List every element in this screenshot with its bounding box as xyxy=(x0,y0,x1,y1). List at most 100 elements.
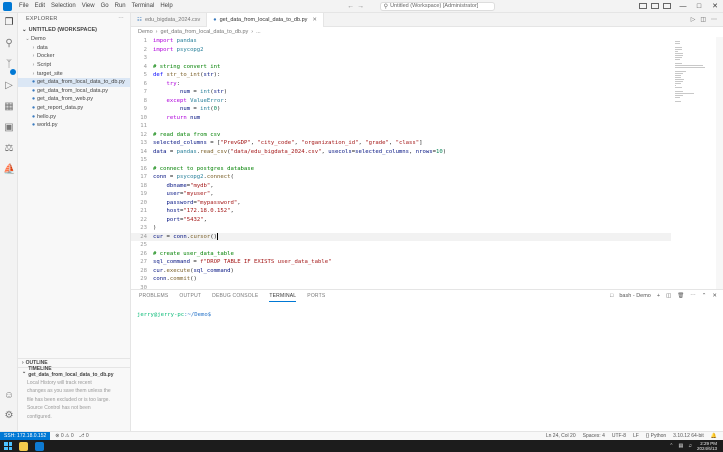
code-line[interactable]: 8 except ValueError: xyxy=(131,97,671,106)
line-ending[interactable]: LF xyxy=(633,433,639,439)
code-line[interactable]: 1 import pandas xyxy=(131,37,671,46)
docker-icon[interactable]: ⛵ xyxy=(3,164,15,176)
tab-active-py[interactable]: ● get_data_from_local_data_to_db.py ✕ xyxy=(207,13,324,27)
customize-layout-icon[interactable] xyxy=(663,3,671,9)
code-line[interactable]: 6 try: xyxy=(131,80,671,89)
explorer-icon[interactable]: ❐ xyxy=(3,17,15,29)
forward-arrow-icon[interactable]: → xyxy=(356,3,366,10)
code-line[interactable]: 26 # create user_data_table xyxy=(131,250,671,259)
new-terminal-icon[interactable]: + xyxy=(657,293,660,299)
minimize-icon[interactable]: — xyxy=(675,3,691,10)
ports-indicator[interactable]: ⎇ 0 xyxy=(79,433,89,439)
menu-run[interactable]: Run xyxy=(112,3,129,9)
clock[interactable]: 2:29 PM 2024/6/13 xyxy=(697,441,717,451)
file-explorer-taskbar-icon[interactable] xyxy=(19,441,28,451)
code-line[interactable]: 17 conn = psycopg2.connect( xyxy=(131,173,671,182)
testing-icon[interactable]: ⚖ xyxy=(3,143,15,155)
tree-file-item[interactable]: ● get_data_from_local_data_to_db.py xyxy=(18,77,130,87)
more-actions-icon[interactable]: ⋯ xyxy=(118,16,124,22)
code-line[interactable]: 4 # string convert int xyxy=(131,63,671,72)
more-actions-icon[interactable]: ⋯ xyxy=(690,293,696,299)
start-button-icon[interactable] xyxy=(4,442,12,450)
network-icon[interactable]: ▤ xyxy=(678,443,683,449)
code-line[interactable]: 3 xyxy=(131,54,671,63)
chevron-up-icon[interactable]: ⌃ xyxy=(669,443,673,449)
tree-file-item[interactable]: ● world.py xyxy=(18,121,130,130)
tab-close-icon[interactable]: ✕ xyxy=(312,17,317,23)
menu-view[interactable]: View xyxy=(79,3,98,9)
code-line[interactable]: 2 import psycopg2 xyxy=(131,46,671,55)
back-arrow-icon[interactable]: ← xyxy=(346,3,356,10)
code-line[interactable]: 18 dbname="mydb", xyxy=(131,182,671,191)
code-line[interactable]: 10 return num xyxy=(131,114,671,123)
tab-csv[interactable]: ☷ edu_bigdata_2024.csv xyxy=(131,13,208,27)
menu-selection[interactable]: Selection xyxy=(48,3,79,9)
problems-indicator[interactable]: ⊗ 0 ⚠ 0 xyxy=(55,433,73,439)
close-panel-icon[interactable]: ✕ xyxy=(712,293,717,299)
tree-folder-item[interactable]: › Docker xyxy=(18,52,130,61)
menu-edit[interactable]: Edit xyxy=(32,3,48,9)
tree-file-item[interactable]: ● hello.py xyxy=(18,112,130,121)
code-line[interactable]: 21 host="172.18.0.152", xyxy=(131,207,671,216)
code-line[interactable]: 20 password="mypassword", xyxy=(131,199,671,208)
code-line[interactable]: 13 selected_columns = ["PrevGDP", "city_c… xyxy=(131,139,671,148)
command-center-search[interactable]: ⚲ Untitled (Workspace) [Administrator] xyxy=(379,1,495,11)
cursor-position[interactable]: Ln 24, Col 20 xyxy=(546,433,576,439)
run-debug-icon[interactable]: ▷ xyxy=(3,80,15,92)
editor-scrollbar[interactable] xyxy=(716,37,723,289)
encoding[interactable]: UTF-8 xyxy=(612,433,626,439)
toggle-sidebar-layout-icon[interactable] xyxy=(639,3,647,9)
code-line[interactable]: 28 cur.execute(sql_command) xyxy=(131,267,671,276)
code-line[interactable]: 27 sql_command = f"DROP TABLE IF EXISTS u… xyxy=(131,258,671,267)
notifications-bell-icon[interactable]: 🔔 xyxy=(711,433,717,439)
search-view-icon[interactable]: ⚲ xyxy=(3,38,15,50)
tree-folder-item[interactable]: › data xyxy=(18,44,130,53)
tree-file-item[interactable]: ● get_report_data.py xyxy=(18,104,130,113)
code-line[interactable]: 12 # read data from csv xyxy=(131,131,671,140)
run-python-icon[interactable]: ▷ xyxy=(691,16,696,23)
menu-help[interactable]: Help xyxy=(157,3,175,9)
code-line[interactable]: 14 data = pandas.read_csv("data/edu_bigda… xyxy=(131,148,671,157)
breadcrumb-folder[interactable]: Demo xyxy=(138,29,153,35)
maximize-panel-icon[interactable]: ⌃ xyxy=(702,293,707,299)
breadcrumb-file[interactable]: get_data_from_local_data_to_db.py xyxy=(161,29,249,35)
code-line[interactable]: 22 port="5432", xyxy=(131,216,671,225)
code-line[interactable]: 7 num = int(str) xyxy=(131,88,671,97)
python-interpreter[interactable]: 3.10.12 64-bit xyxy=(673,433,704,439)
minimap[interactable] xyxy=(671,37,715,289)
language-mode[interactable]: {} Python xyxy=(646,433,666,439)
code-line[interactable]: 23) xyxy=(131,224,671,233)
tree-folder-item[interactable]: › target_site xyxy=(18,69,130,78)
breadcrumb-symbol[interactable]: ... xyxy=(256,29,261,35)
close-icon[interactable]: ✕ xyxy=(707,2,723,10)
menu-terminal[interactable]: Terminal xyxy=(129,3,158,9)
timeline-section-header[interactable]: ⌄ TIMELINE get_data_from_local_data_to_d… xyxy=(18,366,131,378)
vscode-taskbar-icon[interactable] xyxy=(35,441,44,451)
code-line[interactable]: 25 xyxy=(131,241,671,250)
workspace-section-header[interactable]: ⌄ UNTITLED (WORKSPACE) xyxy=(18,25,130,35)
split-editor-icon[interactable]: ◫ xyxy=(700,16,706,23)
more-actions-icon[interactable]: ⋯ xyxy=(711,16,717,23)
code-editor[interactable]: 1 import pandas 2 import psycopg2 3 4 # string… xyxy=(131,37,671,299)
tab-output[interactable]: OUTPUT xyxy=(179,290,201,302)
tree-folder-item[interactable]: › Script xyxy=(18,61,130,70)
tab-ports[interactable]: PORTS xyxy=(307,290,325,302)
indentation[interactable]: Spaces: 4 xyxy=(583,433,605,439)
toggle-panel-layout-icon[interactable] xyxy=(651,3,659,9)
menu-go[interactable]: Go xyxy=(98,3,112,9)
remote-explorer-icon[interactable]: ▣ xyxy=(3,122,15,134)
code-line[interactable]: 29 conn.commit() xyxy=(131,275,671,284)
code-line[interactable]: 9 num = int(0) xyxy=(131,105,671,114)
terminal-profile-label[interactable]: bash - Demo xyxy=(619,293,651,299)
kill-terminal-icon[interactable]: 🗑 xyxy=(677,293,684,299)
volume-icon[interactable]: ♫ xyxy=(688,443,692,449)
code-line[interactable]: 16 # connect to postgres database xyxy=(131,165,671,174)
code-line[interactable]: 11 xyxy=(131,122,671,131)
code-line[interactable]: 19 user="myuser", xyxy=(131,190,671,199)
tab-debug-console[interactable]: DEBUG CONSOLE xyxy=(212,290,258,302)
menu-file[interactable]: File xyxy=(16,3,32,9)
tab-problems[interactable]: PROBLEMS xyxy=(139,290,168,302)
tree-file-item[interactable]: ● get_data_from_web.py xyxy=(18,95,130,104)
split-terminal-icon[interactable]: ◫ xyxy=(666,293,671,299)
maximize-icon[interactable]: □ xyxy=(691,3,707,10)
